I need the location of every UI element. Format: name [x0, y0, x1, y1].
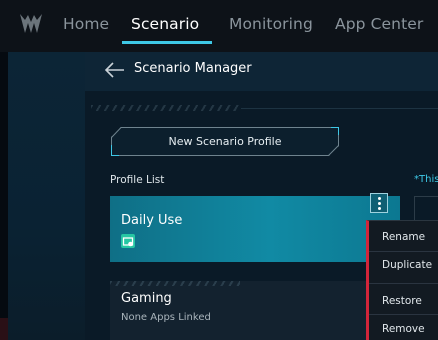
arrow-left-icon[interactable] — [104, 61, 126, 79]
linked-app-icon — [121, 234, 135, 248]
menu-item-remove[interactable]: Remove — [382, 323, 425, 335]
kebab-menu-icon[interactable] — [370, 193, 388, 213]
menu-item-rename[interactable]: Rename — [382, 231, 425, 243]
nav-home[interactable]: Home — [63, 15, 109, 33]
decorative-stripe — [110, 281, 240, 286]
profile-card-gaming[interactable] — [110, 281, 400, 340]
nav-active-indicator — [122, 41, 212, 44]
new-scenario-profile-button[interactable]: New Scenario Profile — [111, 127, 339, 156]
nav-scenario[interactable]: Scenario — [131, 15, 199, 33]
left-background — [8, 52, 85, 340]
note-text: *This — [414, 174, 438, 185]
menu-separator — [369, 314, 438, 315]
profile-list-label: Profile List — [110, 174, 165, 186]
nav-app-center[interactable]: App Center — [335, 15, 423, 33]
profile-card-daily-use[interactable] — [110, 196, 400, 262]
menu-separator — [369, 251, 438, 252]
left-edge — [0, 52, 8, 340]
nav-monitoring[interactable]: Monitoring — [229, 15, 313, 33]
profile-name: Gaming — [121, 291, 172, 306]
page-title: Scenario Manager — [134, 61, 252, 76]
predator-logo-icon[interactable] — [18, 11, 44, 37]
profile-name: Daily Use — [121, 213, 183, 228]
divider — [241, 108, 438, 109]
menu-item-restore[interactable]: Restore — [382, 295, 422, 307]
profile-subtitle: None Apps Linked — [121, 312, 211, 323]
menu-item-duplicate[interactable]: Duplicate — [382, 259, 432, 271]
decorative-stripe — [91, 105, 241, 111]
menu-separator — [369, 283, 438, 284]
left-edge-accent — [0, 318, 8, 340]
